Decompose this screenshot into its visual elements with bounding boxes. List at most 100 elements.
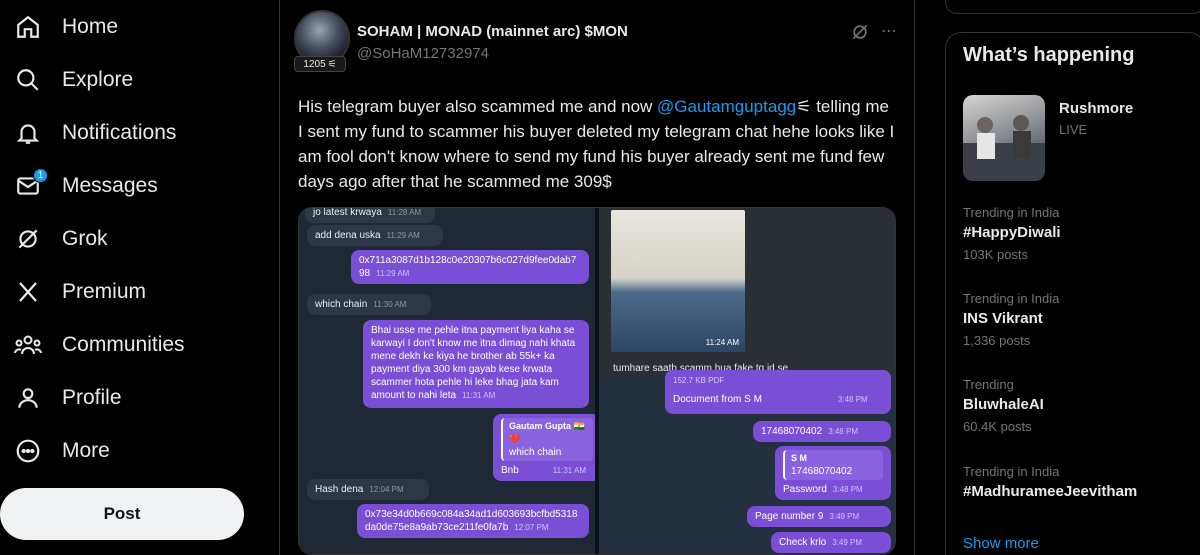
more-circle-icon xyxy=(14,437,42,465)
tweet-text: His telegram buyer also scammed me and n… xyxy=(298,94,898,194)
nav-profile[interactable]: Profile xyxy=(10,373,126,423)
document-size: 152.7 KB PDF xyxy=(673,376,725,385)
chat-message: jo latest krwaya 11:28 AM xyxy=(305,207,435,223)
grok-icon xyxy=(14,225,42,253)
message-text: Check krlo xyxy=(779,537,827,548)
chat-message: add dena uska 11:29 AM xyxy=(307,225,443,246)
quote-author: Gautam Gupta 🇮🇳❤️ xyxy=(509,421,585,444)
nav-notifications-label: Notifications xyxy=(62,121,177,144)
author-handle[interactable]: @SoHaM12732974 xyxy=(357,45,489,62)
nav-home[interactable]: Home xyxy=(10,2,122,52)
message-text: Hash dena xyxy=(315,484,364,495)
grok-icon[interactable] xyxy=(850,22,870,42)
nav-explore[interactable]: Explore xyxy=(10,55,137,105)
mention-link[interactable]: @Gautamguptagg xyxy=(657,97,796,116)
tweet-column: 1205 ⚟ SOHAM | MONAD (mainnet arc) $MON … xyxy=(279,0,915,555)
live-thumbnail[interactable] xyxy=(963,95,1045,181)
message-text: Page number 9 xyxy=(755,511,824,522)
author-name[interactable]: SOHAM | MONAD (mainnet arc) $MON xyxy=(357,23,628,40)
trend-name: #MadhurameeJeevitham xyxy=(963,483,1138,500)
message-time: 12:04 PM xyxy=(369,485,404,494)
trends-title: What’s happening xyxy=(963,44,1135,66)
tweet-media[interactable]: jo latest krwaya 11:28 AM add dena uska 11… xyxy=(298,207,896,555)
trend-item[interactable]: Trending in India INS Vikrant 1,336 post… xyxy=(963,291,1193,348)
trend-context: Trending in India xyxy=(963,205,1060,220)
messages-badge: 1 xyxy=(33,168,48,183)
message-time: 3:48 PM xyxy=(832,485,863,494)
message-time: 3:49 PM xyxy=(832,538,863,547)
mention-score-icon: ⚟ xyxy=(796,97,812,116)
message-time: 11:31 AM xyxy=(552,466,587,475)
message-text: Password xyxy=(783,484,827,495)
quote-text: which chain xyxy=(509,447,562,458)
message-text: add dena uska xyxy=(315,230,381,241)
score-badge: 1205 ⚟ xyxy=(294,56,346,72)
chat-message: 0x711a3087d1b128c0e20307b6c027d9fee0dab7… xyxy=(351,250,589,284)
message-text: Bnb xyxy=(501,465,519,476)
trend-posts: 103K posts xyxy=(963,247,1029,262)
chat-message: which chain 11:30 AM xyxy=(307,294,431,315)
photo-time: 11:24 AM xyxy=(705,338,739,347)
score-value: 1205 xyxy=(303,58,326,70)
nav-premium-label: Premium xyxy=(62,280,147,303)
communities-icon xyxy=(14,331,42,359)
show-more-link[interactable]: Show more xyxy=(963,535,1039,552)
nav-more-label: More xyxy=(62,439,110,462)
nav-more[interactable]: More xyxy=(10,426,114,476)
message-time: 12:07 PM xyxy=(514,523,549,532)
quote-text: 17468070402 xyxy=(791,466,853,477)
chat-screenshot-left: jo latest krwaya 11:28 AM add dena uska 11… xyxy=(299,207,601,554)
trend-item[interactable]: Trending in India #MadhurameeJeevitham xyxy=(963,464,1193,500)
nav-premium[interactable]: Premium xyxy=(10,267,150,317)
message-time: 3:48 PM xyxy=(828,427,858,436)
message-time: 11:29 AM xyxy=(376,269,410,278)
chat-message: Hash dena 12:04 PM xyxy=(307,479,429,500)
trend-posts: 1,336 posts xyxy=(963,333,1031,348)
trend-posts: 60.4K posts xyxy=(963,419,1032,434)
live-status: LIVE xyxy=(1059,122,1088,137)
receipt-photo: 11:24 AM xyxy=(611,210,745,352)
search-box-edge[interactable] xyxy=(945,0,1200,14)
chat-message: 17468070402 3:48 PM xyxy=(753,421,891,442)
nav-explore-label: Explore xyxy=(62,68,134,91)
trend-name: BluwhaleAI xyxy=(963,396,1044,413)
message-time: 11:30 AM xyxy=(373,300,407,309)
nav-grok-label: Grok xyxy=(62,227,108,250)
quote-author: S M xyxy=(791,453,808,463)
message-time: 11:29 AM xyxy=(386,231,420,240)
message-text: Document from S M xyxy=(673,394,762,405)
message-text: which chain xyxy=(315,299,368,310)
nav-messages-label: Messages xyxy=(62,174,158,197)
post-button[interactable]: Post xyxy=(0,488,244,540)
trend-item[interactable]: Trending BluwhaleAI 60.4K posts xyxy=(963,377,1193,434)
nav-home-label: Home xyxy=(62,15,119,38)
live-space-name[interactable]: Rushmore xyxy=(1059,100,1133,117)
chat-screenshot-bottom-right: 152.7 KB PDF Document from S M 3:48 PM 17… xyxy=(599,370,895,554)
nav-grok[interactable]: Grok xyxy=(10,214,112,264)
message-time: 3:48 PM xyxy=(837,395,868,404)
trend-context: Trending in India xyxy=(963,464,1060,479)
nav-communities[interactable]: Communities xyxy=(10,320,189,370)
tweet-text-start: His telegram buyer also scammed me and n… xyxy=(298,97,658,116)
trend-name: #HappyDiwali xyxy=(963,224,1061,241)
trend-item[interactable]: Trending in India #HappyDiwali 103K post… xyxy=(963,205,1193,262)
trend-context: Trending in India xyxy=(963,291,1060,306)
primary-nav: Home Explore Notifications 1 Messages Gr… xyxy=(0,0,270,555)
home-icon xyxy=(14,13,42,41)
trend-name: INS Vikrant xyxy=(963,310,1043,327)
search-icon xyxy=(14,66,42,94)
chat-message: Gautam Gupta 🇮🇳❤️ which chain Bnb 11:31 AM xyxy=(493,414,601,481)
right-sidebar: What’s happening Rushmore LIVE Trending … xyxy=(945,0,1200,555)
nav-messages[interactable]: 1 Messages xyxy=(10,161,162,211)
nav-profile-label: Profile xyxy=(62,386,122,409)
score-icon: ⚟ xyxy=(327,58,337,70)
chat-message: Page number 9 3:49 PM xyxy=(747,506,891,527)
more-options-icon[interactable]: ⋯ xyxy=(878,20,900,42)
trend-context: Trending xyxy=(963,377,1014,392)
chat-message: Bhai usse me pehle itna payment liya kah… xyxy=(363,320,589,408)
chat-message: Check krlo 3:49 PM xyxy=(771,532,891,553)
message-text: jo latest krwaya xyxy=(313,207,382,218)
message-time: 11:28 AM xyxy=(387,208,422,217)
nav-notifications[interactable]: Notifications xyxy=(10,108,180,158)
chat-message: S M 17468070402 Password 3:48 PM xyxy=(775,446,891,500)
